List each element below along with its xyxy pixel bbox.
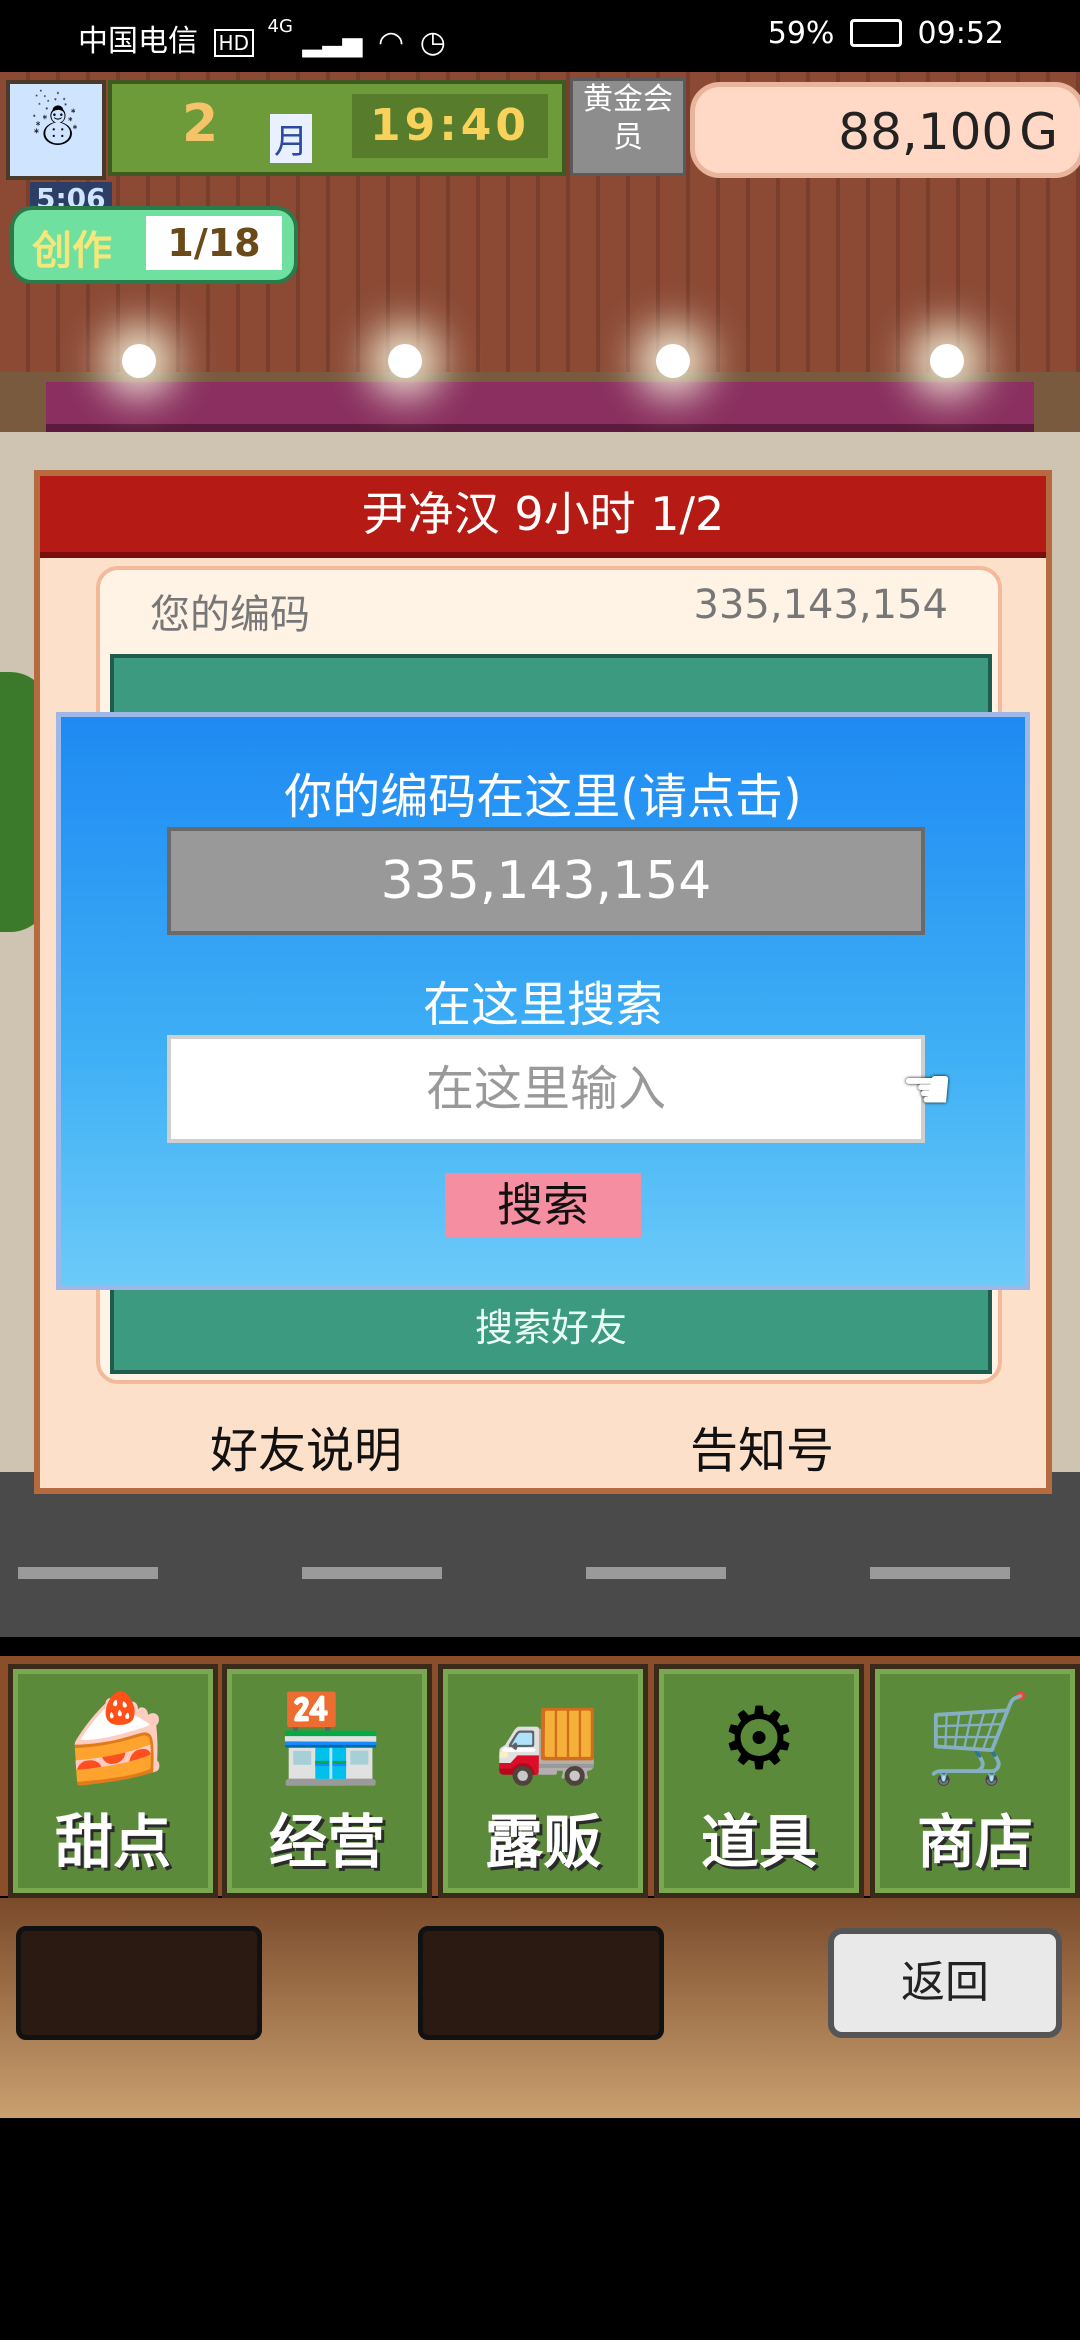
shop-front-icon: 🏪	[277, 1689, 385, 1789]
your-code-box[interactable]: 335,143,154	[167, 827, 925, 935]
gold-member-badge[interactable]: 黄金会员	[570, 78, 686, 176]
money-value: 88,100 G	[838, 103, 1058, 161]
status-bar: 中国电信 HD 4G ▂▃▅ ◠ ◷ 59% 09:52	[0, 0, 1080, 72]
lamp-light	[122, 344, 156, 378]
shop-awning	[46, 382, 1034, 432]
food-truck-icon: 🚚	[493, 1689, 601, 1789]
status-left: 中国电信 HD 4G ▂▃▅ ◠ ◷	[78, 16, 446, 60]
cake-icon: 🍰	[63, 1689, 171, 1789]
search-input[interactable]: 在这里输入	[167, 1035, 925, 1143]
create-count: 1/18	[146, 216, 282, 270]
road	[0, 1472, 1080, 1637]
search-label: 在这里搜索	[422, 977, 663, 1033]
empty-slot	[418, 1926, 664, 2040]
road-dash	[302, 1567, 442, 1579]
nav-dessert[interactable]: 🍰 甜点	[8, 1664, 218, 1898]
back-button[interactable]: 返回	[828, 1928, 1062, 2038]
money-display: 88,100 G	[690, 82, 1080, 178]
lamp-light	[930, 344, 964, 378]
search-button[interactable]: 搜索	[445, 1173, 641, 1237]
clock-time: 09:52	[917, 16, 1004, 51]
road-dash	[18, 1567, 158, 1579]
nav-label: 露贩	[484, 1808, 601, 1876]
search-friend-label: 搜索好友	[474, 1306, 627, 1350]
road-dash	[586, 1567, 726, 1579]
network-label: 4G	[267, 16, 293, 37]
items-bag-icon: ⚙	[720, 1689, 798, 1789]
create-label: 创作	[32, 228, 112, 274]
create-progress[interactable]: 创作 1/18	[10, 206, 298, 284]
shopping-cart-icon: 🛒	[925, 1689, 1033, 1789]
calendar-panel: 2 月 19:40	[108, 80, 566, 176]
lamp-light	[656, 344, 690, 378]
battery-percent: 59%	[767, 16, 835, 51]
hd-icon: HD	[213, 28, 254, 57]
signal-icon: ▂▃▅	[302, 27, 363, 58]
game-clock: 19:40	[352, 94, 548, 158]
wifi-icon: ◠	[378, 25, 405, 60]
dialog-title: 尹净汉 9小时 1/2	[40, 476, 1046, 558]
carrier-label: 中国电信	[78, 24, 198, 59]
nav-label: 道具	[700, 1808, 817, 1876]
your-code-label: 您的编码	[150, 592, 310, 638]
bottom-tray: 返回	[0, 1898, 1080, 2118]
road-dash	[870, 1567, 1010, 1579]
nav-store[interactable]: 🛒 商店	[870, 1664, 1080, 1898]
player-avatar[interactable]: ☃	[6, 80, 106, 180]
bottom-nav: 🍰 甜点 🏪 经营 🚚 露贩 ⚙ 道具 🛒 商店	[0, 1656, 1080, 1898]
nav-items[interactable]: ⚙ 道具	[654, 1664, 864, 1898]
nav-manage[interactable]: 🏪 经营	[222, 1664, 432, 1898]
friend-explanation-button[interactable]: 好友说明	[210, 1411, 402, 1481]
screen-bottom	[0, 2118, 1080, 2340]
nav-label: 经营	[268, 1808, 385, 1876]
pointing-hand-icon: ☚	[901, 1055, 953, 1123]
month-number: 2	[182, 94, 219, 154]
your-code-value: 335,143,154	[693, 582, 948, 628]
battery-icon	[849, 18, 902, 47]
lamp-light	[388, 344, 422, 378]
nav-label: 商店	[916, 1808, 1033, 1876]
popup-title: 你的编码在这里(请点击)	[284, 769, 802, 825]
status-right: 59% 09:52	[768, 16, 1004, 51]
nav-label: 甜点	[54, 1808, 171, 1876]
snowman-icon: ☃	[28, 90, 82, 160]
empty-slot	[16, 1926, 262, 2040]
nav-stall[interactable]: 🚚 露贩	[438, 1664, 648, 1898]
alarm-icon: ◷	[419, 25, 446, 60]
search-popup: 你的编码在这里(请点击) 335,143,154 在这里搜索 在这里输入 搜索 …	[56, 712, 1030, 1290]
notice-number-button[interactable]: 告知号	[690, 1411, 834, 1481]
month-unit: 月	[270, 114, 312, 163]
